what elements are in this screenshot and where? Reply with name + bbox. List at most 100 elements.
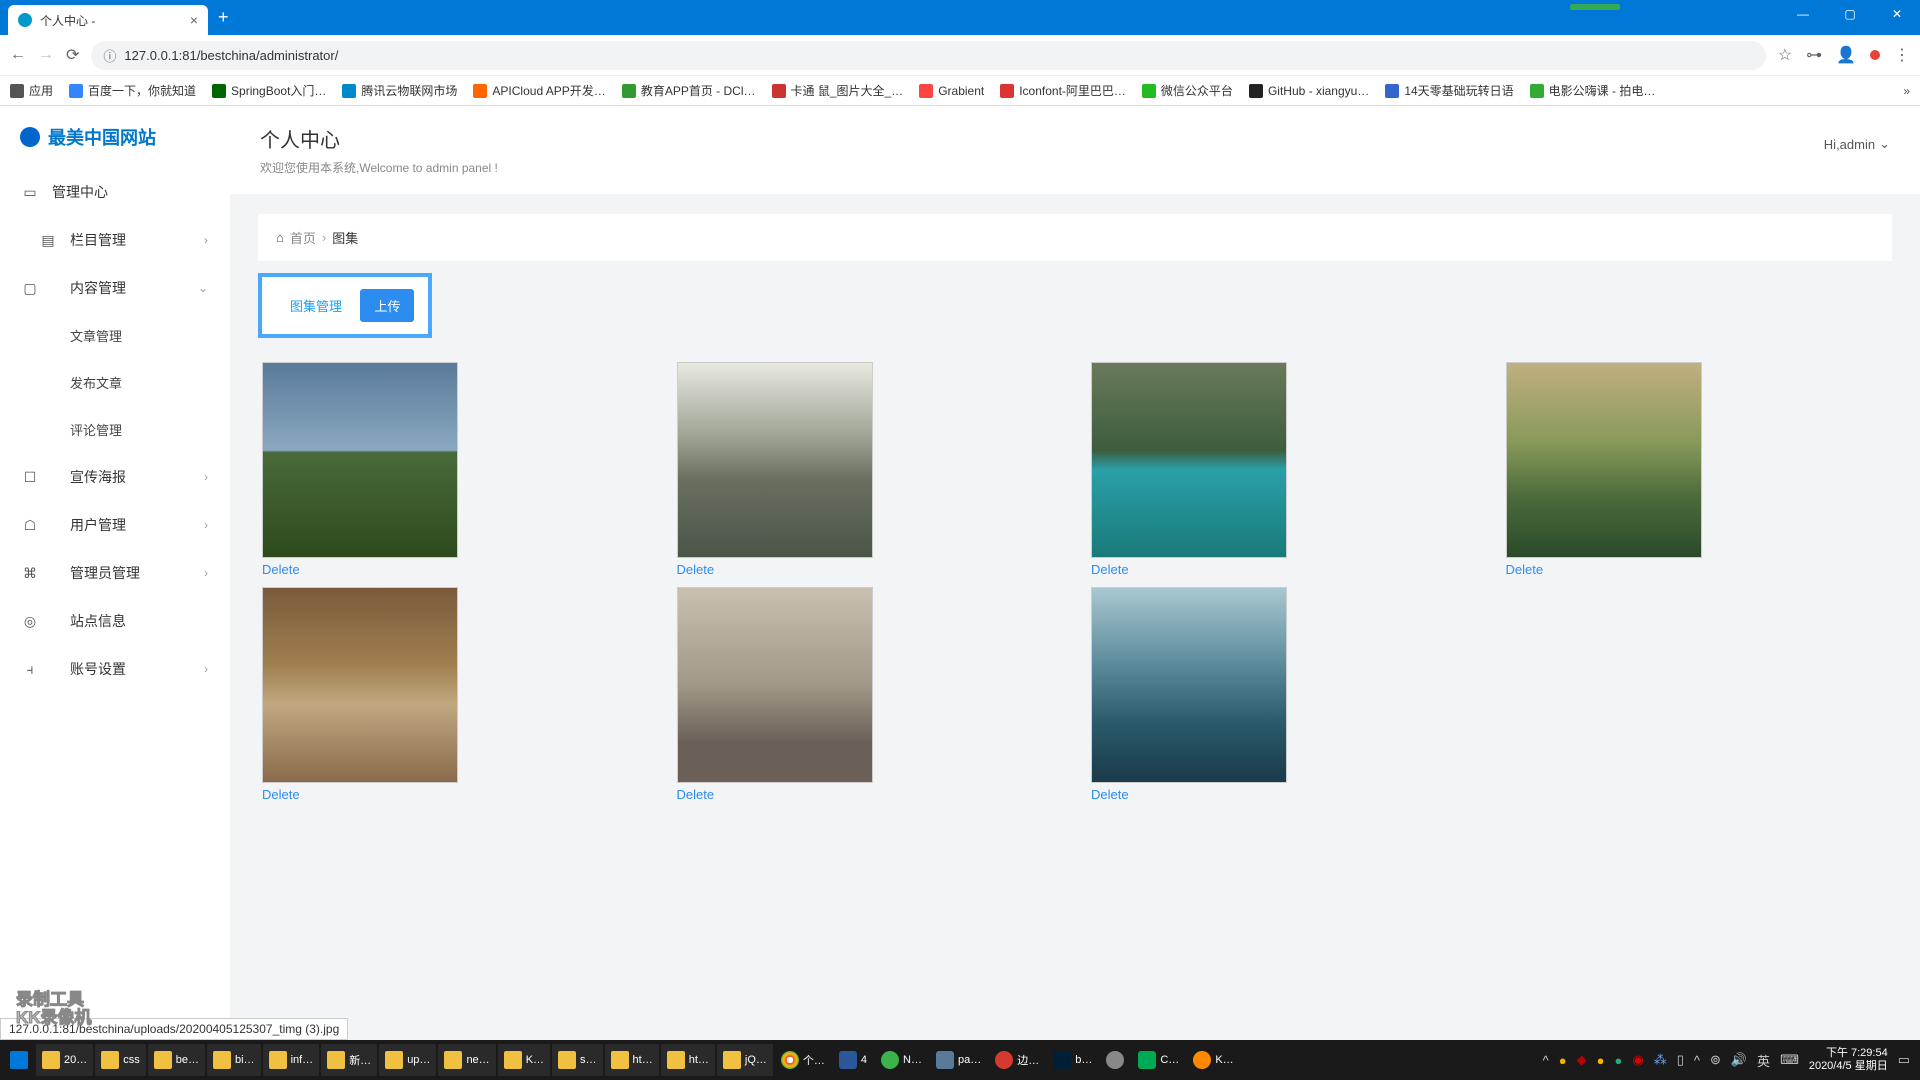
user-dropdown[interactable]: Hi,admin ⌄ [1824, 136, 1890, 152]
home-icon: ⌂ [276, 230, 284, 245]
tray-app-icon[interactable]: ◆ [1577, 1052, 1587, 1068]
delete-link[interactable]: Delete [1091, 562, 1129, 577]
sidebar-item-users[interactable]: ☖ 用户管理 › [0, 501, 230, 549]
new-tab-button[interactable]: + [208, 7, 239, 28]
bookmark-item[interactable]: Grabient [919, 84, 984, 98]
tray-app-icon[interactable]: ● [1559, 1053, 1567, 1068]
taskbar-app[interactable]: C… [1132, 1044, 1185, 1076]
delete-link[interactable]: Delete [262, 787, 300, 802]
notifications-icon[interactable]: ▭ [1898, 1052, 1910, 1068]
bluetooth-icon[interactable]: ⁂ [1654, 1052, 1667, 1068]
taskbar-folder[interactable]: inf… [263, 1044, 320, 1076]
keyboard-icon[interactable]: ⌨ [1780, 1052, 1799, 1068]
gallery-thumbnail[interactable] [262, 587, 458, 783]
taskbar-app[interactable]: 边… [989, 1044, 1045, 1076]
window-maximize-button[interactable]: ▢ [1827, 0, 1873, 28]
sidebar-item-columns[interactable]: ▤ 栏目管理 › [0, 216, 230, 264]
tray-app-icon[interactable]: ● [1597, 1053, 1605, 1068]
extension-icon[interactable] [1870, 50, 1880, 60]
bookmarks-overflow-icon[interactable]: » [1903, 84, 1910, 98]
tray-app-icon[interactable]: ● [1614, 1053, 1622, 1068]
logo[interactable]: 最美中国网站 [0, 124, 230, 168]
browser-tab[interactable]: 个人中心 - × [8, 5, 208, 35]
taskbar-folder[interactable]: ht… [605, 1044, 659, 1076]
sidebar-item-dashboard[interactable]: ▭ 管理中心 [0, 168, 230, 216]
tab-gallery-manage[interactable]: 图集管理 [276, 289, 356, 322]
gallery-thumbnail[interactable] [262, 362, 458, 558]
battery-icon[interactable]: ▯ [1677, 1052, 1684, 1068]
taskbar-folder[interactable]: K… [498, 1044, 550, 1076]
sidebar-item-siteinfo[interactable]: ◎ 站点信息 [0, 597, 230, 645]
profile-icon[interactable]: 👤 [1836, 45, 1856, 65]
window-close-button[interactable]: ✕ [1874, 0, 1920, 28]
taskbar-app[interactable]: b… [1047, 1044, 1098, 1076]
delete-link[interactable]: Delete [1506, 562, 1544, 577]
sidebar-sub-comments[interactable]: 评论管理 [0, 406, 230, 453]
sidebar-item-admins[interactable]: ⌘ 管理员管理 › [0, 549, 230, 597]
gallery-thumbnail[interactable] [1506, 362, 1702, 558]
taskbar-folder[interactable]: up… [379, 1044, 436, 1076]
bookmark-item[interactable]: 电影公嗨课 - 拍电… [1530, 82, 1656, 99]
bookmark-item[interactable]: GitHub - xiangyu… [1249, 84, 1369, 98]
bookmark-item[interactable]: 微信公众平台 [1142, 82, 1233, 99]
volume-icon[interactable]: 🔊 [1731, 1052, 1747, 1068]
tray-app-icon[interactable]: ◉ [1632, 1052, 1643, 1068]
taskbar-folder[interactable]: ht… [661, 1044, 715, 1076]
apps-button[interactable]: 应用 [10, 82, 53, 99]
taskbar-folder[interactable]: bi… [207, 1044, 261, 1076]
taskbar-folder[interactable]: css [95, 1044, 146, 1076]
forward-icon[interactable]: → [38, 46, 54, 64]
taskbar-app-chrome[interactable]: 个… [775, 1044, 831, 1076]
ime-indicator[interactable]: 英 [1757, 1051, 1770, 1070]
gallery-thumbnail[interactable] [1091, 362, 1287, 558]
taskbar-folder[interactable]: 20… [36, 1044, 93, 1076]
taskbar-app[interactable]: pa… [930, 1044, 987, 1076]
address-bar[interactable]: ⓘ 127.0.0.1:81/bestchina/administrator/ [91, 41, 1765, 70]
taskbar-folder[interactable]: ne… [438, 1044, 495, 1076]
sidebar-sub-articles[interactable]: 文章管理 [0, 312, 230, 359]
taskbar-clock[interactable]: 下午 7:29:54 2020/4/5 星期日 [1809, 1047, 1888, 1073]
back-icon[interactable]: ← [10, 46, 26, 64]
tab-close-icon[interactable]: × [190, 12, 198, 28]
bookmark-item[interactable]: Iconfont-阿里巴巴… [1000, 82, 1126, 99]
window-minimize-button[interactable]: — [1780, 0, 1826, 28]
taskbar-app[interactable]: K… [1187, 1044, 1239, 1076]
taskbar-folder[interactable]: s… [552, 1044, 603, 1076]
sidebar-item-poster[interactable]: ☐ 宣传海报 › [0, 453, 230, 501]
site-info-icon[interactable]: ⓘ [103, 46, 116, 65]
start-button[interactable] [4, 1044, 34, 1076]
bookmark-item[interactable]: SpringBoot入门… [212, 82, 326, 99]
bookmark-item[interactable]: 卡通 鼠_图片大全_… [772, 82, 904, 99]
bookmark-item[interactable]: 教育APP首页 - DCl… [622, 82, 756, 99]
gallery-thumbnail[interactable] [1091, 587, 1287, 783]
wifi-icon[interactable]: ⊚ [1710, 1052, 1721, 1068]
tab-gallery-upload[interactable]: 上传 [360, 289, 414, 322]
breadcrumb-home[interactable]: 首页 [290, 228, 316, 247]
sidebar-sub-publish[interactable]: 发布文章 [0, 359, 230, 406]
bookmark-item[interactable]: 14天零基础玩转日语 [1385, 82, 1513, 99]
gallery-thumbnail[interactable] [677, 362, 873, 558]
taskbar-folder[interactable]: jQ… [717, 1044, 773, 1076]
app-icon [881, 1051, 899, 1069]
key-icon[interactable]: ⊶ [1806, 45, 1822, 65]
taskbar-app[interactable] [1100, 1044, 1130, 1076]
delete-link[interactable]: Delete [262, 562, 300, 577]
delete-link[interactable]: Delete [677, 787, 715, 802]
star-icon[interactable]: ☆ [1778, 45, 1792, 65]
reload-icon[interactable]: ⟳ [66, 45, 79, 65]
bookmark-item[interactable]: 腾讯云物联网市场 [342, 82, 457, 99]
menu-icon[interactable]: ⋮ [1894, 45, 1910, 65]
taskbar-app[interactable]: 4 [833, 1044, 873, 1076]
sidebar-item-content[interactable]: ▢ 内容管理 ⌄ [0, 264, 230, 312]
tray-chevron-icon[interactable]: ^ [1694, 1053, 1700, 1068]
delete-link[interactable]: Delete [677, 562, 715, 577]
bookmark-item[interactable]: 百度一下，你就知道 [69, 82, 196, 99]
taskbar-folder[interactable]: be… [148, 1044, 205, 1076]
sidebar-item-account[interactable]: ⫞ 账号设置 › [0, 645, 230, 693]
delete-link[interactable]: Delete [1091, 787, 1129, 802]
tray-chevron-icon[interactable]: ^ [1543, 1053, 1549, 1068]
bookmark-item[interactable]: APICloud APP开发… [473, 82, 605, 99]
gallery-thumbnail[interactable] [677, 587, 873, 783]
taskbar-app[interactable]: N… [875, 1044, 928, 1076]
taskbar-folder[interactable]: 新… [321, 1044, 377, 1076]
